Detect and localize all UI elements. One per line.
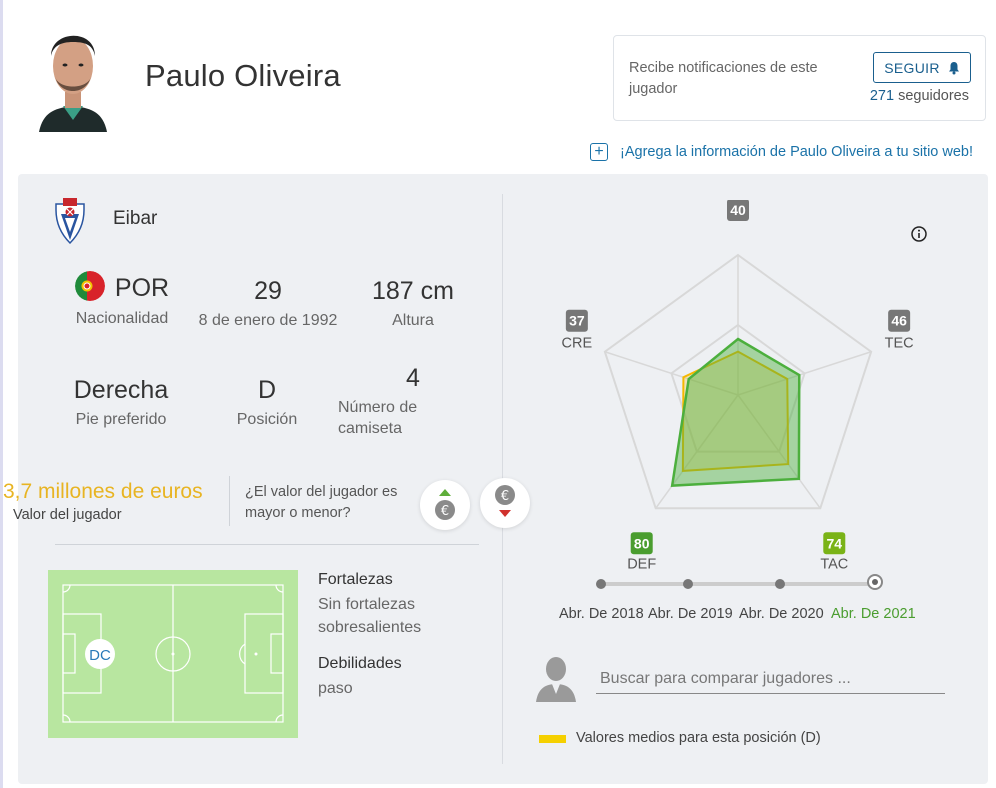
add-info-text: ¡Agrega la información de Paulo Oliveira… [620,144,974,160]
foot-label: Pie preferido [75,411,167,428]
follower-count: 271 seguidores [870,88,969,104]
svg-text:€: € [501,489,509,504]
follower-suffix: seguidores [898,88,969,104]
timeline-dot-2019[interactable] [683,579,693,589]
pitch-diagram: DC [48,570,298,738]
height-value: 187 cm [372,277,454,305]
section-divider [55,544,479,545]
follower-number: 271 [869,88,895,104]
position-stat: D Posición [227,376,307,430]
notifications-text: Recibe notificaciones de este jugador [629,60,818,97]
svg-text:€: € [441,504,449,519]
add-info-link[interactable]: + ¡Agrega la información de Paulo Olivei… [590,143,973,161]
age-stat: 29 8 de enero de 1992 [188,277,348,331]
height-stat: 187 cm Altura [363,277,463,331]
compare-player-icon [536,657,576,702]
value-up-button[interactable]: € [420,480,470,530]
shirt-stat: 4 Número de camiseta [338,364,448,439]
legend-swatch [539,735,566,743]
timeline-label-2019[interactable]: Abr. De 2019 [648,606,733,622]
value-down-button[interactable]: € [480,478,530,528]
portugal-flag-icon [74,271,105,302]
player-name: Paulo Oliveira [145,58,341,93]
strengths-title: Fortalezas [318,571,393,588]
nationality-value: POR [114,274,170,302]
attributes-radar-chart: ATT40TEC46TAC74DEF80CRE37 [562,200,914,570]
height-label: Altura [392,312,434,329]
nationality-label: Nacionalidad [75,310,169,328]
timeline-dot-2018[interactable] [596,579,606,589]
nationality-stat: POR Nacionalidad [72,271,172,329]
left-edge-bar [0,0,3,788]
radar-value-cre: 37 [569,313,585,329]
legend-text: Valores medios para esta posición (D) [576,730,821,746]
market-value-label: Valor del jugador [13,507,122,523]
nationality-value-row: POR [72,271,172,304]
strengths-text: Sin fortalezas sobresalientes [318,596,422,636]
club-crest-icon [55,198,85,244]
foot-stat: Derecha Pie preferido [66,376,176,430]
weaknesses-title: Debilidades [318,655,402,672]
euro-up-icon: € [435,489,455,520]
radar-player-polygon [670,337,801,487]
radar-label-tec: TEC [885,336,914,352]
birthdate-label: 8 de enero de 1992 [198,312,338,329]
timeline-dot-2021[interactable] [867,574,883,590]
compare-search-input[interactable] [596,664,945,694]
timeline-label-2020[interactable]: Abr. De 2020 [739,606,824,622]
timeline-label-2021[interactable]: Abr. De 2021 [831,606,916,622]
position-value: D [257,376,277,404]
position-marker-label: DC [89,647,111,664]
player-photo [39,35,107,132]
age-value: 29 [254,277,282,305]
club-name: Eibar [113,208,158,229]
season-timeline[interactable] [596,574,883,590]
market-separator [229,476,230,526]
shirt-label: Número de camiseta [338,399,418,437]
follow-button-label: SEGUIR [884,59,940,76]
shirt-value: 4 [406,364,420,392]
radar-value-def: 80 [634,535,650,551]
weaknesses-text: paso [318,680,353,697]
radar-label-cre: CRE [562,336,593,352]
radar-value-tec: 46 [891,313,907,329]
position-label: Posición [236,411,298,428]
euro-down-icon: € [495,485,515,517]
foot-value: Derecha [73,376,169,404]
market-value: 3,7 millones de euros [3,480,203,503]
notifications-box: Recibe notificaciones de este jugador SE… [613,35,986,121]
radar-value-tac: 74 [827,535,843,551]
value-question: ¿El valor del jugador es mayor o menor? [245,484,398,521]
follow-button[interactable]: SEGUIR [873,52,971,83]
timeline-label-2018[interactable]: Abr. De 2018 [559,606,644,622]
radar-label-def: DEF [627,556,656,570]
radar-value-att: 40 [730,202,746,218]
bell-icon [948,61,959,74]
radar-label-tac: TAC [820,556,848,570]
timeline-dot-2020[interactable] [775,579,785,589]
plus-icon: + [590,143,608,161]
